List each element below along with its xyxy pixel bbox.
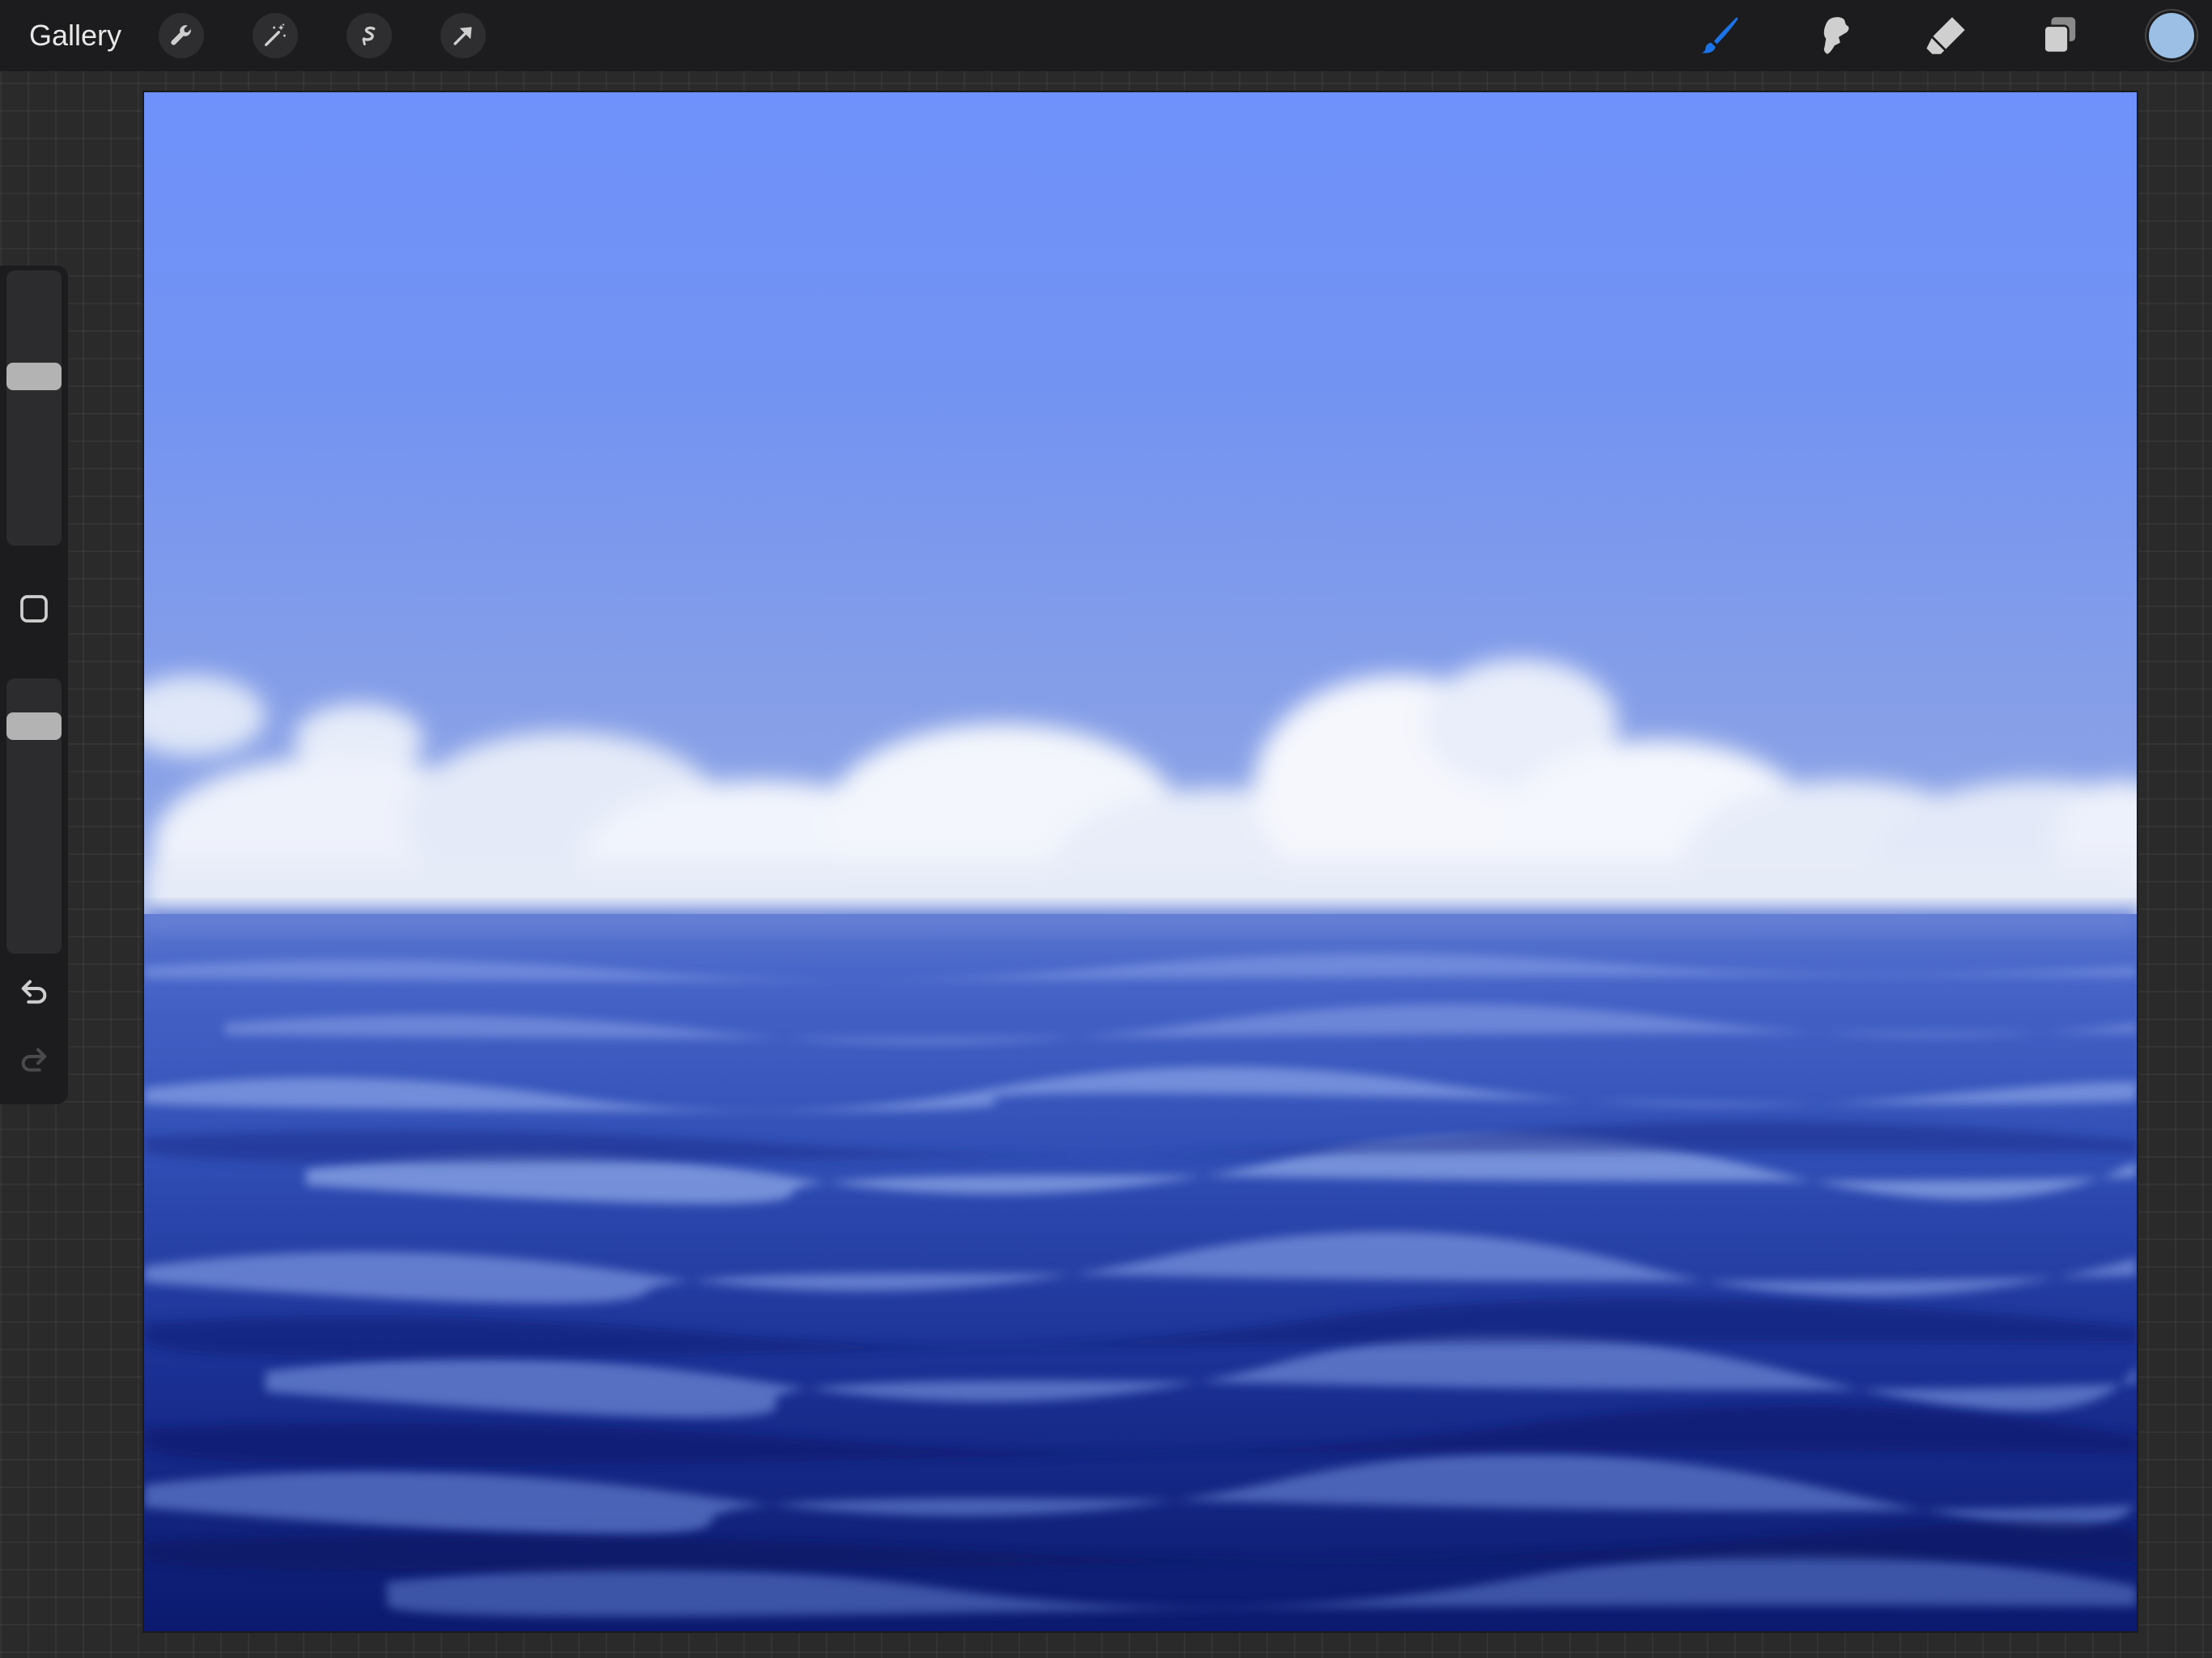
erase-tool-button[interactable]	[1922, 11, 1971, 60]
undo-arrow-icon	[21, 980, 47, 1004]
transform-button[interactable]	[440, 13, 486, 58]
layers-button[interactable]	[2035, 11, 2084, 60]
brush-size-slider-thumb[interactable]	[6, 363, 62, 390]
ocean-painting	[144, 92, 2137, 1631]
layers-icon	[2043, 17, 2076, 54]
selection-s-icon	[362, 26, 376, 46]
gallery-button[interactable]: Gallery	[29, 18, 121, 53]
smudge-icon	[1823, 17, 1849, 54]
redo-arrow-icon	[21, 1048, 47, 1072]
arrow-cursor-icon	[453, 27, 472, 45]
eraser-icon	[1926, 17, 1965, 54]
square-modify-icon	[20, 595, 48, 623]
undo-button[interactable]	[18, 976, 50, 1009]
magic-wand-icon	[264, 23, 286, 47]
wrench-icon	[171, 25, 192, 45]
brush-opacity-slider[interactable]	[6, 678, 62, 954]
brush-size-slider[interactable]	[6, 270, 62, 546]
actions-button[interactable]	[159, 13, 204, 58]
procreate-app: Gallery	[0, 0, 2212, 1658]
top-toolbar: Gallery	[0, 0, 2212, 71]
drawing-canvas[interactable]	[144, 92, 2137, 1631]
brush-icon	[1701, 17, 1738, 53]
brush-opacity-slider-thumb[interactable]	[6, 712, 62, 740]
left-sidebar	[0, 266, 68, 1104]
adjustments-button[interactable]	[253, 13, 298, 58]
redo-button[interactable]	[18, 1044, 50, 1077]
modify-button[interactable]	[18, 593, 50, 625]
smudge-tool-button[interactable]	[1809, 11, 1857, 60]
paint-tool-button[interactable]	[1695, 11, 1744, 60]
color-picker-button[interactable]	[2149, 13, 2194, 58]
selection-button[interactable]	[347, 13, 392, 58]
